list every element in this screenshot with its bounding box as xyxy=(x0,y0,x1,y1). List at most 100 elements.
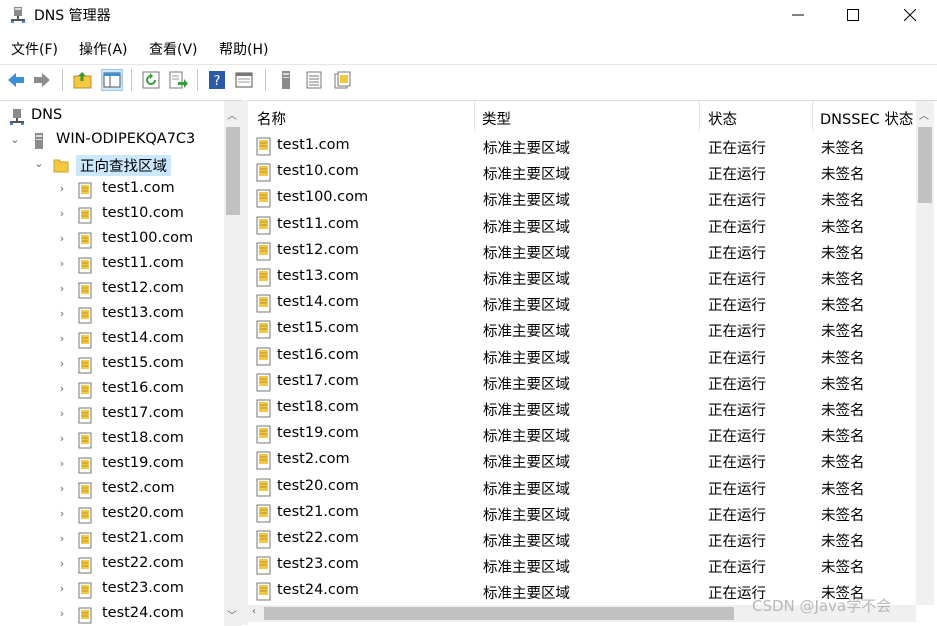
menu-action[interactable]: 操作(A) xyxy=(79,39,128,59)
scrollbar-thumb[interactable] xyxy=(226,127,240,215)
scroll-up-icon[interactable]: ︿ xyxy=(919,107,929,122)
chevron-right-icon[interactable]: › xyxy=(56,408,68,420)
tree-item-label: test100.com xyxy=(102,230,194,246)
column-header-name[interactable]: 名称 xyxy=(257,108,286,129)
tree-item-zone[interactable]: › test15.com xyxy=(0,353,220,377)
tree-item-dns[interactable]: DNS xyxy=(0,105,220,129)
table-row[interactable]: test10.com 标准主要区域 正在运行 未签名 xyxy=(248,159,916,185)
tree-item-label: test14.com xyxy=(102,330,184,346)
table-row[interactable]: test16.com 标准主要区域 正在运行 未签名 xyxy=(248,343,916,369)
table-row[interactable]: test23.com 标准主要区域 正在运行 未签名 xyxy=(248,552,916,578)
back-arrow-icon[interactable] xyxy=(6,70,26,90)
cell-status: 正在运行 xyxy=(708,403,766,419)
tree-item-zone[interactable]: › test23.com xyxy=(0,578,220,602)
zone-file-icon xyxy=(256,478,271,497)
chevron-right-icon[interactable]: › xyxy=(56,283,68,295)
tree-vertical-scrollbar[interactable]: ︿ ﹀ xyxy=(224,101,242,626)
toolbar-separator xyxy=(62,69,63,91)
menu-help[interactable]: 帮助(H) xyxy=(219,39,268,59)
tree-item-zone[interactable]: › test20.com xyxy=(0,503,220,527)
column-divider[interactable] xyxy=(474,101,475,131)
chevron-right-icon[interactable]: › xyxy=(56,433,68,445)
chevron-right-icon[interactable]: › xyxy=(56,183,68,195)
tree-item-zone[interactable]: › test100.com xyxy=(0,228,220,252)
maximize-button[interactable] xyxy=(830,0,876,30)
show-hide-tree-icon[interactable] xyxy=(101,69,123,91)
chevron-right-icon[interactable]: › xyxy=(56,358,68,370)
up-folder-icon[interactable] xyxy=(73,70,93,90)
chevron-right-icon[interactable]: › xyxy=(56,608,68,620)
export-list-icon[interactable] xyxy=(168,70,188,90)
list-view-icon[interactable] xyxy=(304,70,324,90)
column-header-status[interactable]: 状态 xyxy=(708,108,737,129)
chevron-right-icon[interactable]: › xyxy=(56,508,68,520)
table-row[interactable]: test18.com 标准主要区域 正在运行 未签名 xyxy=(248,395,916,421)
chevron-right-icon[interactable]: › xyxy=(56,483,68,495)
table-row[interactable]: test11.com 标准主要区域 正在运行 未签名 xyxy=(248,212,916,238)
chevron-right-icon[interactable]: › xyxy=(56,233,68,245)
list-vertical-scrollbar[interactable]: ︿ xyxy=(916,101,934,605)
chevron-right-icon[interactable]: › xyxy=(56,458,68,470)
menu-file[interactable]: 文件(F) xyxy=(11,39,58,59)
chevron-right-icon[interactable]: › xyxy=(56,558,68,570)
tree-item-zone[interactable]: › test2.com xyxy=(0,478,220,502)
table-row[interactable]: test12.com 标准主要区域 正在运行 未签名 xyxy=(248,238,916,264)
tree-item-zone[interactable]: › test18.com xyxy=(0,428,220,452)
tree-item-label: test16.com xyxy=(102,380,184,396)
table-row[interactable]: test20.com 标准主要区域 正在运行 未签名 xyxy=(248,474,916,500)
close-button[interactable] xyxy=(887,0,933,30)
tree-item-zone[interactable]: › test17.com xyxy=(0,403,220,427)
chevron-right-icon[interactable]: › xyxy=(56,258,68,270)
scroll-left-icon[interactable]: ‹ xyxy=(252,606,256,617)
table-row[interactable]: test13.com 标准主要区域 正在运行 未签名 xyxy=(248,264,916,290)
table-row[interactable]: test19.com 标准主要区域 正在运行 未签名 xyxy=(248,421,916,447)
help-icon[interactable]: ? xyxy=(207,70,227,90)
tree-item-zone[interactable]: › test22.com xyxy=(0,553,220,577)
tree-item-server[interactable]: ⌄ WIN-ODIPEKQA7C3 xyxy=(0,129,220,153)
table-row[interactable]: test21.com 标准主要区域 正在运行 未签名 xyxy=(248,500,916,526)
tree-item-zone[interactable]: › test1.com xyxy=(0,178,220,202)
server-icon[interactable] xyxy=(276,70,296,90)
table-row[interactable]: test15.com 标准主要区域 正在运行 未签名 xyxy=(248,316,916,342)
properties-icon[interactable] xyxy=(234,70,254,90)
tree-item-zone[interactable]: › test11.com xyxy=(0,253,220,277)
chevron-right-icon[interactable]: › xyxy=(56,583,68,595)
tree-item-zone[interactable]: › test16.com xyxy=(0,378,220,402)
tree-item-zone[interactable]: › test10.com xyxy=(0,203,220,227)
table-row[interactable]: test14.com 标准主要区域 正在运行 未签名 xyxy=(248,290,916,316)
chevron-right-icon[interactable]: › xyxy=(56,533,68,545)
forward-arrow-icon[interactable] xyxy=(32,70,52,90)
chevron-right-icon[interactable]: › xyxy=(56,383,68,395)
table-row[interactable]: test100.com 标准主要区域 正在运行 未签名 xyxy=(248,185,916,211)
table-row[interactable]: test22.com 标准主要区域 正在运行 未签名 xyxy=(248,526,916,552)
minimize-button[interactable] xyxy=(775,0,821,30)
refresh-icon[interactable] xyxy=(141,70,161,90)
scrollbar-thumb[interactable] xyxy=(264,607,734,620)
chevron-right-icon[interactable]: › xyxy=(56,333,68,345)
tree-item-zone[interactable]: › test21.com xyxy=(0,528,220,552)
tree-item-zone[interactable]: › test13.com xyxy=(0,303,220,327)
tree-item-label: test19.com xyxy=(102,455,184,471)
chevron-right-icon[interactable]: › xyxy=(56,208,68,220)
table-row[interactable]: test2.com 标准主要区域 正在运行 未签名 xyxy=(248,447,916,473)
tree-item-zone[interactable]: › test24.com xyxy=(0,603,220,626)
tree-item-zone[interactable]: › test14.com xyxy=(0,328,220,352)
scroll-up-icon[interactable]: ︿ xyxy=(227,107,237,122)
menu-view[interactable]: 查看(V) xyxy=(149,39,198,59)
table-row[interactable]: test17.com 标准主要区域 正在运行 未签名 xyxy=(248,369,916,395)
scrollbar-thumb[interactable] xyxy=(918,127,932,203)
column-divider[interactable] xyxy=(812,101,813,131)
table-row[interactable]: test1.com 标准主要区域 正在运行 未签名 xyxy=(248,133,916,159)
zone-icon[interactable] xyxy=(332,70,352,90)
tree-item-label: test13.com xyxy=(102,305,184,321)
tree-item-zone[interactable]: › test19.com xyxy=(0,453,220,477)
column-header-dnssec[interactable]: DNSSEC 状态 xyxy=(820,108,913,129)
column-header-type[interactable]: 类型 xyxy=(482,108,511,129)
column-divider[interactable] xyxy=(699,101,700,131)
scroll-down-icon[interactable]: ﹀ xyxy=(227,607,237,622)
chevron-right-icon[interactable]: › xyxy=(56,308,68,320)
chevron-down-icon[interactable]: ⌄ xyxy=(9,134,21,146)
tree-item-forward-lookup-zones[interactable]: ⌄ 正向查找区域 xyxy=(0,153,220,177)
chevron-down-icon[interactable]: ⌄ xyxy=(33,158,45,170)
tree-item-zone[interactable]: › test12.com xyxy=(0,278,220,302)
